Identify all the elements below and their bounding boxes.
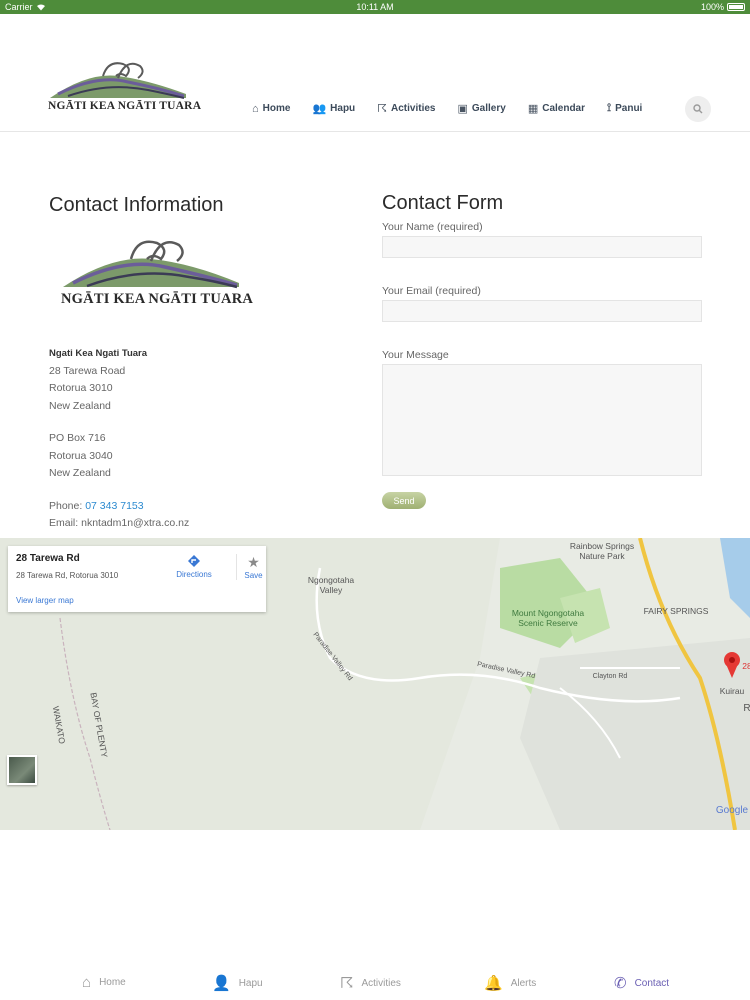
tab-activities[interactable]: ☈ Activities <box>340 974 401 992</box>
tab-label: Contact <box>634 977 670 989</box>
satellite-toggle[interactable] <box>7 755 37 785</box>
calendar-icon: ▦ <box>527 103 539 115</box>
nav-label: Activities <box>391 103 436 114</box>
address-line: New Zealand <box>49 399 111 412</box>
embedded-map[interactable]: Ngongotaha Valley Rainbow Springs Nature… <box>0 538 750 830</box>
status-bar: Carrier 10:11 AM 100% <box>0 0 750 14</box>
tab-label: Home <box>99 977 126 988</box>
activity-icon: ☈ <box>340 975 354 992</box>
address-block: Ngati Kea Ngati Tuara 28 Tarewa Road Rot… <box>49 345 349 533</box>
message-label: Your Message <box>382 349 449 361</box>
name-input[interactable] <box>382 236 702 258</box>
search-button[interactable] <box>685 96 711 122</box>
map-label-fairy: FAIRY SPRINGS <box>643 606 709 616</box>
google-logo: Google <box>715 805 749 816</box>
po-line: PO Box 716 <box>49 432 106 444</box>
message-textarea[interactable] <box>382 364 702 476</box>
battery-icon <box>727 3 745 11</box>
person-active-icon: ☈ <box>377 103 388 115</box>
nav-item-home[interactable]: ⌂ Home <box>252 102 290 115</box>
map-label-mount: Mount Ngongotaha Scenic Reserve <box>511 608 585 628</box>
save-label: Save <box>244 571 263 580</box>
org-name: Ngati Kea Ngati Tuara <box>49 348 148 359</box>
phone-label: Phone: <box>49 499 83 512</box>
email-label: Email: <box>49 517 79 529</box>
save-button[interactable]: ★ Save <box>236 554 270 580</box>
home-icon: ⌂ <box>82 974 92 991</box>
map-card-title: 28 Tarewa Rd <box>16 553 80 564</box>
map-info-card: 28 Tarewa Rd 28 Tarewa Rd, Rotorua 3010 … <box>8 546 266 612</box>
tab-label: Hapu <box>238 977 263 989</box>
bell-icon: 🔔 <box>484 975 503 992</box>
site-header: NGĀTI KEA NGĀTI TUARA ⌂ Home 👥 Hapu ☈ Activ… <box>0 14 750 132</box>
main-nav: ⌂ Home 👥 Hapu ☈ Activities ▣ Gallery ▦ Calend… <box>252 102 664 115</box>
map-card-address: 28 Tarewa Rd, Rotorua 3010 <box>16 571 119 580</box>
nav-item-gallery[interactable]: ▣ Gallery <box>457 102 505 115</box>
tab-hapu[interactable]: 👤 Hapu <box>212 974 263 992</box>
contact-info-title: Contact Information <box>49 194 224 216</box>
nav-item-hapu[interactable]: 👥 Hapu <box>312 102 355 115</box>
send-button[interactable]: Send <box>382 492 426 509</box>
site-logo[interactable]: NGĀTI KEA NGĀTI TUARA <box>48 54 201 116</box>
tab-contact[interactable]: ✆ Contact <box>614 974 669 992</box>
nav-label: Home <box>262 103 291 114</box>
name-label: Your Name (required) <box>382 221 483 233</box>
search-icon <box>693 104 703 114</box>
map-label-kuirau: Kuirau <box>719 686 745 696</box>
email-value: nkntadm1n@xtra.co.nz <box>81 517 190 529</box>
logo-mark-icon <box>63 240 239 289</box>
address-line: Rotorua 3010 <box>49 382 113 394</box>
nav-item-calendar[interactable]: ▦ Calendar <box>528 102 585 115</box>
nav-label: Gallery <box>471 103 506 114</box>
po-line: Rotorua 3040 <box>49 449 113 462</box>
logo-mark-icon <box>50 62 186 99</box>
broadcast-icon: ⟟ <box>607 102 612 114</box>
home-icon: ⌂ <box>252 102 259 115</box>
map-label-rainbow: Rainbow Springs Nature Park <box>569 541 635 561</box>
contact-logo: NGĀTI KEA NGĀTI TUARA <box>61 231 253 311</box>
address-line: 28 Tarewa Road <box>49 364 126 377</box>
person-icon: 👤 <box>212 975 231 992</box>
phone-link[interactable]: 07 343 7153 <box>85 500 143 512</box>
gallery-icon: ▣ <box>457 103 468 115</box>
view-larger-map-link[interactable]: View larger map <box>16 596 74 605</box>
nav-item-activities[interactable]: ☈ Activities <box>377 102 435 115</box>
po-line: New Zealand <box>49 467 111 479</box>
nav-label: Calendar <box>542 103 586 114</box>
contact-form: Contact Form Your Name (required) Your E… <box>382 192 702 509</box>
contact-information: Contact Information NGĀTI KEA NGĀTI TUAR… <box>49 194 349 533</box>
battery: 100% <box>701 2 745 12</box>
map-label-valley: Ngongotaha Valley <box>307 575 355 595</box>
directions-button[interactable]: Directions <box>174 554 214 579</box>
status-time: 10:11 AM <box>356 2 394 12</box>
directions-icon <box>188 555 200 567</box>
logo-text: NGĀTI KEA NGĀTI TUARA <box>48 100 202 112</box>
logo-text: NGĀTI KEA NGĀTI TUARA <box>61 291 254 307</box>
nav-item-panui[interactable]: ⟟ Panui <box>607 102 642 115</box>
tab-label: Activities <box>361 977 401 989</box>
email-label: Your Email (required) <box>382 285 481 297</box>
battery-label: 100% <box>700 2 724 12</box>
tab-label: Alerts <box>510 977 537 989</box>
map-label-pin-number: 28 <box>742 661 750 671</box>
contact-form-title: Contact Form <box>382 192 504 214</box>
tab-home[interactable]: ⌂ Home <box>82 974 126 991</box>
people-icon: 👥 <box>312 103 327 115</box>
phone-icon: ✆ <box>614 975 627 992</box>
bottom-tab-bar: ⌂ Home 👤 Hapu ☈ Activities 🔔 Alerts ✆ Contact <box>0 960 750 1000</box>
star-icon: ★ <box>247 554 260 570</box>
directions-label: Directions <box>176 570 212 579</box>
tab-alerts[interactable]: 🔔 Alerts <box>484 974 536 992</box>
map-label-edge: R <box>743 703 750 714</box>
nav-label: Panui <box>615 103 643 114</box>
email-input[interactable] <box>382 300 702 322</box>
nav-label: Hapu <box>330 103 356 114</box>
map-label-road: Clayton Rd <box>592 673 628 680</box>
